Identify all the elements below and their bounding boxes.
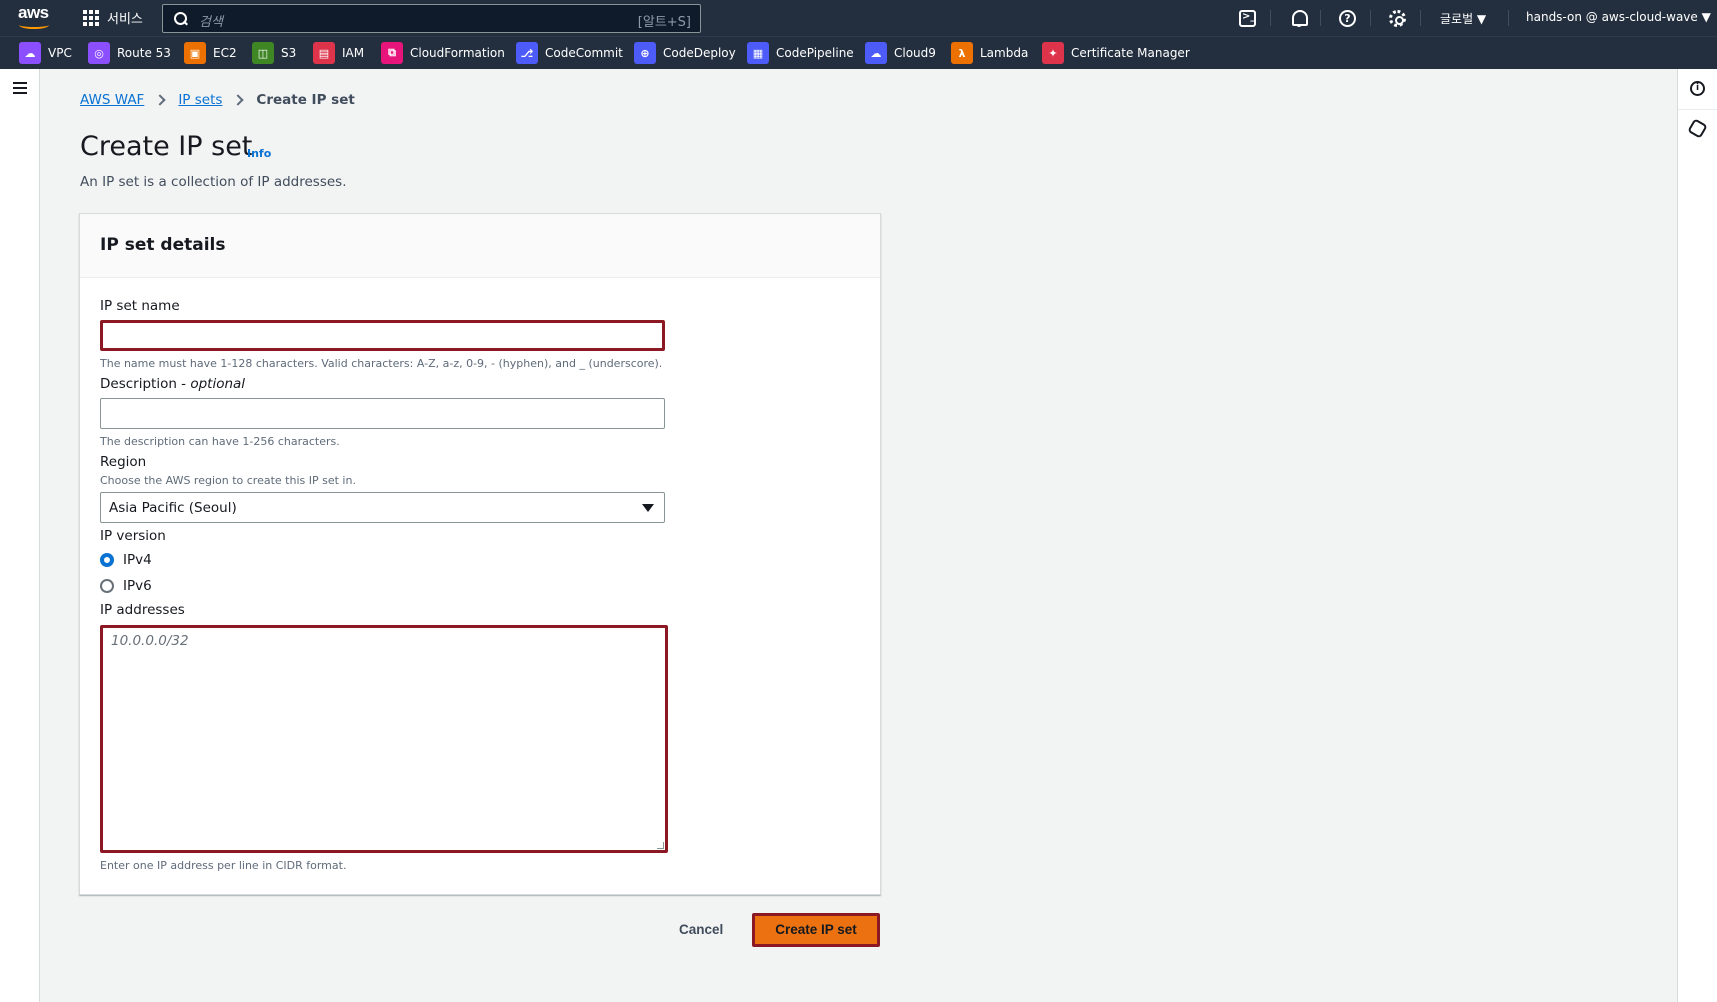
- description-label: Description - optional: [100, 376, 246, 392]
- ip-addresses-textarea[interactable]: 10.0.0.0/32: [100, 625, 668, 853]
- cloud9-icon: ☁: [865, 42, 887, 64]
- s3-icon: ◫: [252, 42, 274, 64]
- services-menu-button[interactable]: 서비스: [83, 8, 143, 27]
- route53-icon: ◎: [88, 42, 110, 64]
- breadcrumb-current: Create IP set: [256, 92, 355, 108]
- favorite-lambda[interactable]: λ Lambda: [951, 42, 1028, 64]
- page-title: Create IP set: [80, 131, 253, 162]
- favorite-route53[interactable]: ◎ Route 53: [88, 42, 171, 64]
- radio-button-checked[interactable]: [100, 553, 114, 567]
- breadcrumb-ip-sets[interactable]: IP sets: [178, 92, 222, 108]
- search-icon: [174, 12, 188, 26]
- page-description: An IP set is a collection of IP addresse…: [80, 174, 347, 190]
- divider: [1370, 10, 1371, 26]
- help-icon[interactable]: ?: [1339, 10, 1356, 27]
- region-select[interactable]: Asia Pacific (Seoul): [100, 492, 665, 523]
- panel-title: IP set details: [100, 235, 226, 255]
- divider: [1678, 109, 1717, 110]
- ip-addresses-label: IP addresses: [100, 602, 185, 618]
- bell-icon[interactable]: [1289, 8, 1309, 28]
- search-input[interactable]: 검색 [알트+S]: [162, 4, 701, 33]
- favorite-codedeploy[interactable]: ⊕ CodeDeploy: [634, 42, 736, 64]
- top-navigation: aws 서비스 검색 [알트+S] ? 글로벌 ▼ hands-on @ aws…: [0, 0, 1717, 36]
- ip-set-name-label: IP set name: [100, 298, 180, 314]
- info-circle-icon[interactable]: i: [1690, 81, 1705, 96]
- codedeploy-icon: ⊕: [634, 42, 656, 64]
- divider: [1320, 10, 1321, 26]
- favorite-cloudformation[interactable]: ⧉ CloudFormation: [381, 42, 505, 64]
- search-placeholder: 검색: [199, 15, 223, 30]
- favorite-cloud9[interactable]: ☁ Cloud9: [865, 42, 936, 64]
- codepipeline-icon: ▦: [747, 42, 769, 64]
- ec2-icon: ▣: [184, 42, 206, 64]
- account-menu[interactable]: hands-on @ aws-cloud-wave ▼: [1526, 10, 1711, 24]
- gear-icon[interactable]: [1389, 10, 1406, 27]
- favorite-certificate-manager[interactable]: ✦ Certificate Manager: [1042, 42, 1190, 64]
- ip-set-name-input[interactable]: [100, 320, 665, 351]
- menu-icon[interactable]: [13, 82, 27, 94]
- favorite-s3[interactable]: ◫ S3: [252, 42, 296, 64]
- create-ip-set-button[interactable]: Create IP set: [752, 913, 880, 947]
- chevron-right-icon: [154, 94, 166, 106]
- ip-set-name-hint: The name must have 1-128 characters. Val…: [100, 357, 663, 370]
- codecommit-icon: ⎇: [516, 42, 538, 64]
- ip-version-ipv4[interactable]: IPv4: [100, 552, 152, 568]
- optional-label: optional: [190, 376, 246, 392]
- left-rail: [0, 69, 40, 1002]
- services-label: 서비스: [107, 12, 143, 27]
- description-input[interactable]: [100, 398, 665, 429]
- favorite-ec2[interactable]: ▣ EC2: [184, 42, 237, 64]
- divider: [1420, 10, 1421, 26]
- cloudshell-icon[interactable]: [1239, 10, 1256, 27]
- aws-logo[interactable]: aws: [18, 4, 52, 31]
- panel-header: IP set details: [80, 214, 880, 278]
- favorite-vpc[interactable]: ☁ VPC: [19, 42, 72, 64]
- grid-icon: [83, 9, 99, 26]
- ip-version-label: IP version: [100, 528, 166, 544]
- radio-button[interactable]: [100, 579, 114, 593]
- lambda-icon: λ: [951, 42, 973, 64]
- chevron-right-icon: [232, 94, 245, 106]
- caret-down-icon: [642, 504, 654, 512]
- divider: [1270, 10, 1271, 26]
- right-rail: i: [1677, 69, 1717, 1002]
- breadcrumb-aws-waf[interactable]: AWS WAF: [80, 92, 144, 108]
- resize-handle-icon[interactable]: [657, 842, 664, 849]
- ip-addresses-hint: Enter one IP address per line in CIDR fo…: [100, 859, 347, 872]
- search-shortcut: [알트+S]: [637, 15, 691, 30]
- vpc-icon: ☁: [19, 42, 41, 64]
- hexagon-icon[interactable]: [1687, 118, 1708, 139]
- ip-set-details-panel: IP set details IP set name The name must…: [79, 213, 881, 895]
- divider: [1508, 10, 1509, 26]
- favorites-bar: ☁ VPC ◎ Route 53 ▣ EC2 ◫ S3 ▤ IAM ⧉ CloudForma…: [0, 36, 1717, 69]
- region-hint: Choose the AWS region to create this IP …: [100, 474, 356, 487]
- iam-icon: ▤: [313, 42, 335, 64]
- ip-version-ipv6[interactable]: IPv6: [100, 578, 152, 594]
- certificate-manager-icon: ✦: [1042, 42, 1064, 64]
- region-label: Region: [100, 454, 147, 470]
- cloudformation-icon: ⧉: [381, 42, 403, 64]
- ip-addresses-placeholder: 10.0.0.0/32: [111, 633, 189, 649]
- info-link[interactable]: Info: [247, 147, 271, 160]
- region-select-value: Asia Pacific (Seoul): [109, 500, 237, 516]
- favorite-codepipeline[interactable]: ▦ CodePipeline: [747, 42, 854, 64]
- description-hint: The description can have 1-256 character…: [100, 435, 340, 448]
- region-selector[interactable]: 글로벌 ▼: [1440, 10, 1486, 27]
- breadcrumb: AWS WAF IP sets Create IP set: [80, 92, 355, 108]
- favorite-iam[interactable]: ▤ IAM: [313, 42, 364, 64]
- cancel-button[interactable]: Cancel: [665, 916, 737, 943]
- favorite-codecommit[interactable]: ⎇ CodeCommit: [516, 42, 623, 64]
